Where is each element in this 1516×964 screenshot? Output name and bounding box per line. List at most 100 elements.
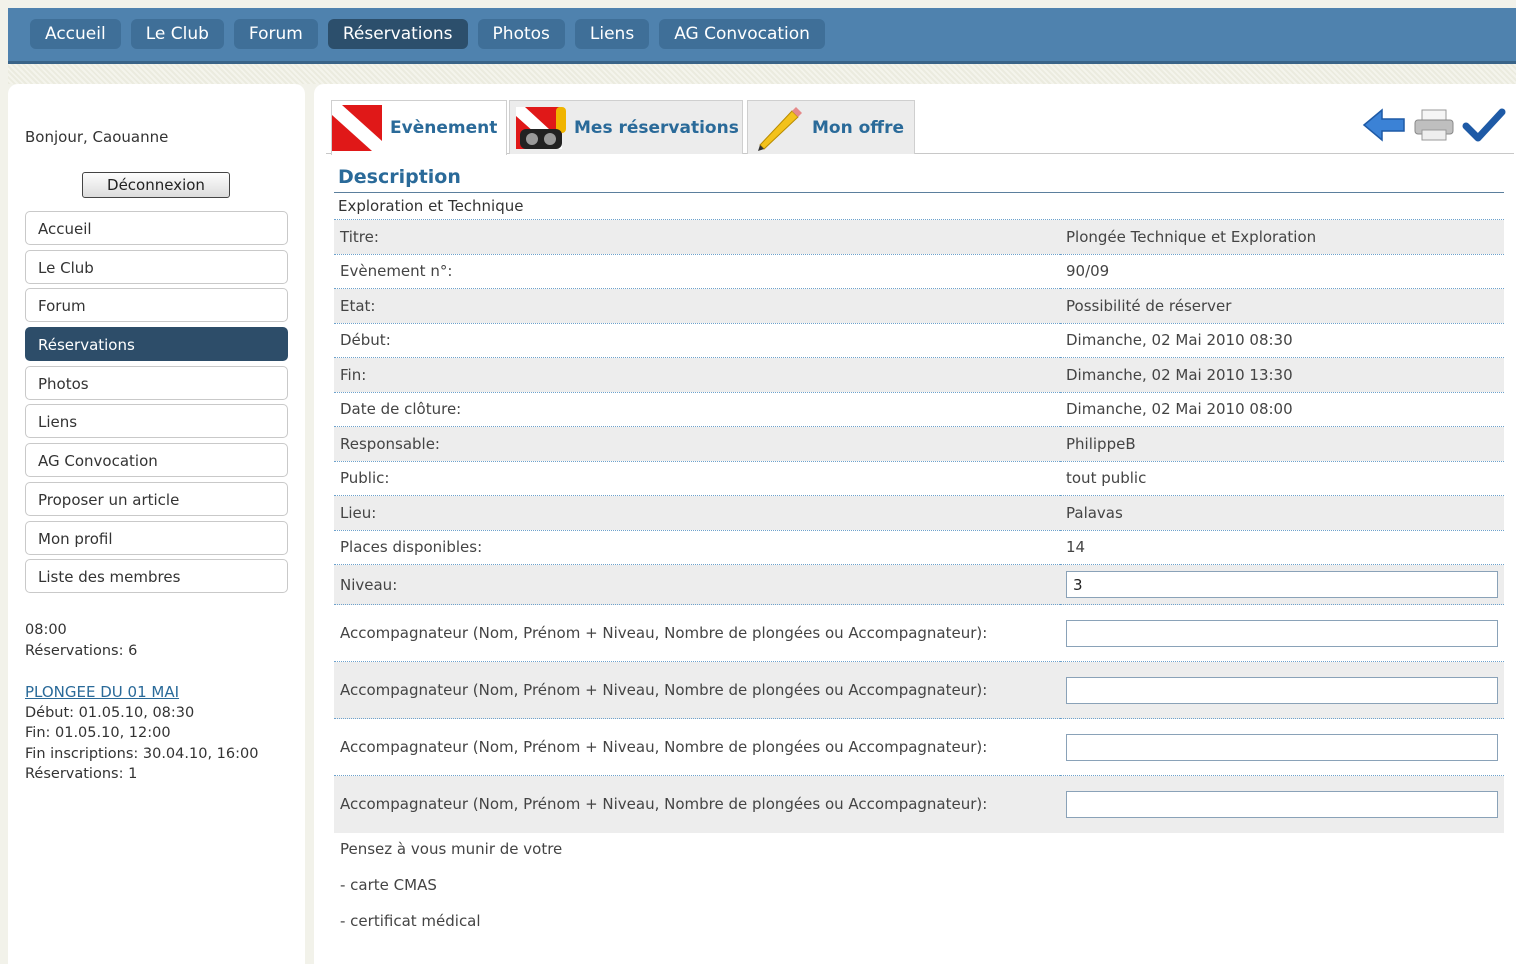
field-label: Evènement n°: [334,254,1060,289]
field-value: Dimanche, 02 Mai 2010 08:30 [1060,323,1504,358]
tab-mon-offre-label: Mon offre [812,117,904,138]
field-label: Etat: [334,288,1060,324]
topnav-accueil[interactable]: Accueil [30,19,121,49]
sidebar-event: PLONGEE DU 01 MAI Début: 01.05.10, 08:30… [25,682,285,785]
field-value: Possibilité de réserver [1060,288,1504,324]
topnav-photos[interactable]: Photos [477,19,565,49]
sidebar-item-forum[interactable]: Forum [25,288,288,323]
event-reservations: Réservations: 1 [25,766,138,782]
field-row: Début: Dimanche, 02 Mai 2010 08:30 [334,323,1504,358]
info-time: 08:00 [25,622,67,638]
main-panel: Evènement Mes réservations Mon offre Des… [314,84,1516,964]
field-label: Public: [334,461,1060,496]
field-row: Titre: Plongée Technique et Exploration [334,220,1504,255]
accompagnateur-row: Accompagnateur (Nom, Prénom + Niveau, No… [334,718,1504,776]
field-row: Lieu: Palavas [334,495,1504,531]
note-line: - carte CMAS [340,875,437,894]
accompagnateur-input-1[interactable] [1066,619,1498,647]
tab-evenement-label: Evènement [390,118,498,138]
notes: Pensez à vous munir de votre - carte CMA… [334,833,1504,941]
sidebar-info: 08:00 Réservations: 6 [25,620,137,662]
field-row: Evènement n°: 90/09 [334,254,1504,289]
niveau-input[interactable] [1066,571,1498,598]
field-value: Dimanche, 02 Mai 2010 13:30 [1060,357,1504,393]
description-subtitle: Exploration et Technique [334,193,1504,220]
top-nav: Accueil Le Club Forum Réservations Photo… [30,19,825,49]
field-label: Places disponibles: [334,530,1060,565]
greeting-text: Bonjour, Caouanne [25,128,169,146]
field-label: Responsable: [334,426,1060,462]
pencil-icon [756,105,806,151]
back-arrow-icon[interactable] [1362,108,1406,146]
accompagnateur-label: Accompagnateur (Nom, Prénom + Niveau, No… [334,661,1060,719]
sidebar-item-liste-membres[interactable]: Liste des membres [25,559,288,594]
event-fields-table: Titre: Plongée Technique et Exploration … [334,220,1504,833]
top-navigation-bar: Accueil Le Club Forum Réservations Photo… [8,8,1516,64]
field-value: 14 [1060,530,1504,565]
field-row: Places disponibles: 14 [334,530,1504,565]
field-row: Date de clôture: Dimanche, 02 Mai 2010 0… [334,392,1504,427]
accompagnateur-input-2[interactable] [1066,676,1498,704]
field-label: Début: [334,323,1060,358]
sidebar-item-ag-convocation[interactable]: AG Convocation [25,443,288,478]
note-line: Pensez à vous munir de votre [340,839,563,858]
sidebar-item-liens[interactable]: Liens [25,404,288,439]
field-value: Dimanche, 02 Mai 2010 08:00 [1060,392,1504,427]
field-value: 90/09 [1060,254,1504,289]
topnav-liens[interactable]: Liens [574,19,650,49]
diver-mask-icon [516,105,570,151]
note-line: - certificat médical [340,911,481,930]
accompagnateur-input-3[interactable] [1066,733,1498,761]
accompagnateur-label: Accompagnateur (Nom, Prénom + Niveau, No… [334,604,1060,662]
description-heading: Description [334,164,1504,193]
accompagnateur-label: Accompagnateur (Nom, Prénom + Niveau, No… [334,718,1060,776]
dive-flag-icon [332,105,382,151]
sidebar-item-photos[interactable]: Photos [25,365,288,400]
field-label: Titre: [334,220,1060,255]
field-row: Etat: Possibilité de réserver [334,288,1504,324]
accompagnateur-row: Accompagnateur (Nom, Prénom + Niveau, No… [334,604,1504,662]
tab-mes-reservations-label: Mes réservations [574,117,739,138]
accompagnateur-input-4[interactable] [1066,790,1498,818]
field-row: Responsable: PhilippeB [334,426,1504,462]
field-value: Plongée Technique et Exploration [1060,220,1504,255]
sidebar-item-proposer-article[interactable]: Proposer un article [25,481,288,516]
niveau-row: Niveau: [334,564,1504,605]
field-row: Fin: Dimanche, 02 Mai 2010 13:30 [334,357,1504,393]
tab-evenement[interactable]: Evènement [331,100,507,155]
sidebar-item-mon-profil[interactable]: Mon profil [25,520,288,555]
field-value: tout public [1060,461,1504,496]
decorative-stripe [8,64,1516,84]
sidebar-item-le-club[interactable]: Le Club [25,249,288,284]
sidebar-item-accueil[interactable]: Accueil [25,211,288,245]
event-link[interactable]: PLONGEE DU 01 MAI [25,682,285,703]
event-fin-inscriptions: Fin inscriptions: 30.04.10, 16:00 [25,745,259,762]
field-label: Date de clôture: [334,392,1060,427]
topnav-le-club[interactable]: Le Club [130,19,224,49]
toolbar [1362,108,1506,146]
event-debut: Début: 01.05.10, 08:30 [25,704,195,721]
logout-button[interactable]: Déconnexion [82,172,230,198]
checkmark-icon[interactable] [1462,108,1506,146]
accompagnateur-label: Accompagnateur (Nom, Prénom + Niveau, No… [334,775,1060,833]
event-content: Description Exploration et Technique Tit… [334,164,1504,941]
field-row: Public: tout public [334,461,1504,496]
niveau-label: Niveau: [334,564,1060,605]
printer-icon[interactable] [1412,108,1456,146]
field-value: PhilippeB [1060,426,1504,462]
tab-mes-reservations[interactable]: Mes réservations [509,100,743,154]
topnav-ag-convocation[interactable]: AG Convocation [659,19,825,49]
accompagnateur-row: Accompagnateur (Nom, Prénom + Niveau, No… [334,775,1504,833]
field-label: Fin: [334,357,1060,393]
topnav-forum[interactable]: Forum [233,19,318,49]
sidebar: Bonjour, Caouanne Déconnexion Accueil Le… [8,84,305,964]
sidebar-menu: Accueil Le Club Forum Réservations Photo… [25,211,288,598]
accompagnateur-row: Accompagnateur (Nom, Prénom + Niveau, No… [334,661,1504,719]
event-fin: Fin: 01.05.10, 12:00 [25,725,171,741]
info-reservations: Réservations: 6 [25,643,138,659]
sidebar-item-reservations[interactable]: Réservations [25,327,288,362]
tab-mon-offre[interactable]: Mon offre [747,100,915,154]
field-value: Palavas [1060,495,1504,531]
topnav-reservations[interactable]: Réservations [327,19,468,49]
field-label: Lieu: [334,495,1060,531]
